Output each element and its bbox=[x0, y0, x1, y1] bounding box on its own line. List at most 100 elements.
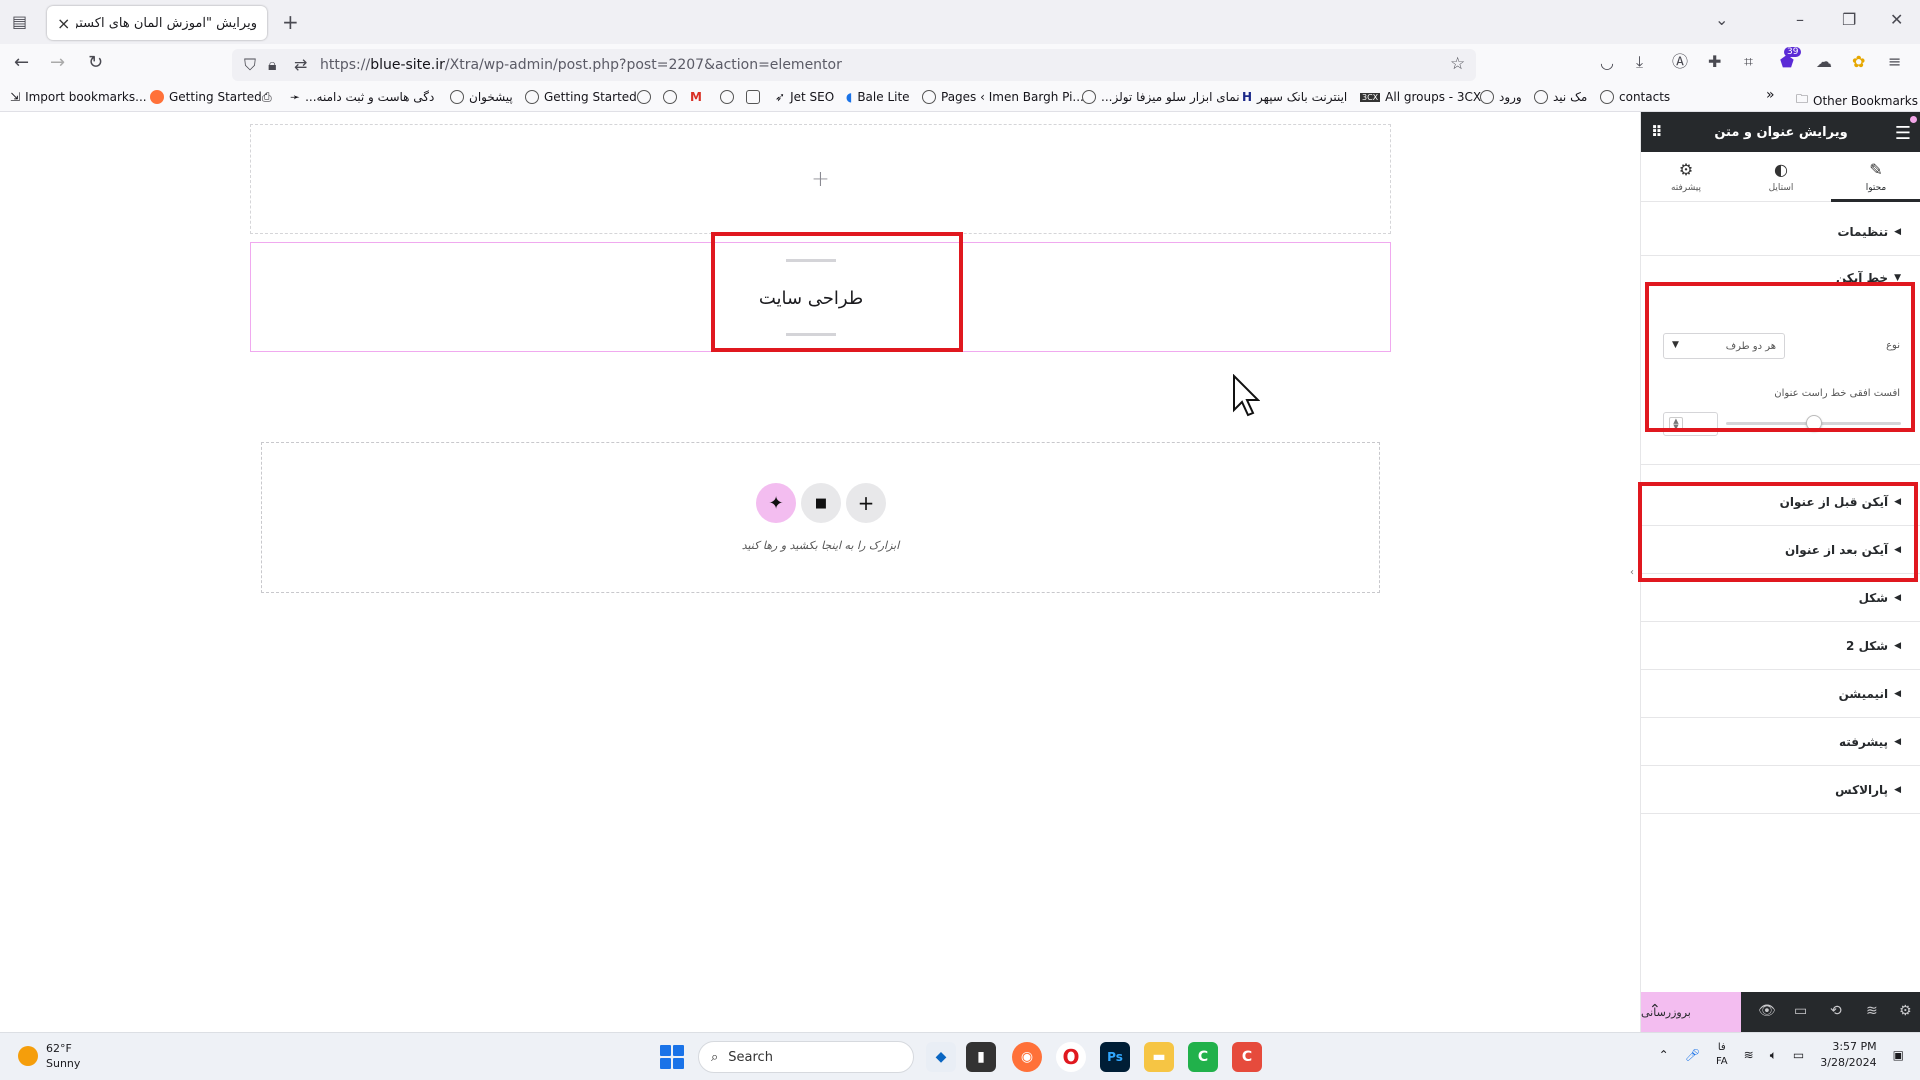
chevron-up-icon[interactable]: ⌃ bbox=[1649, 1002, 1661, 1018]
new-tab-button[interactable]: + bbox=[282, 12, 299, 32]
folder-app-icon[interactable]: ▬ bbox=[1144, 1042, 1174, 1072]
firefox-app-icon[interactable]: ◉ bbox=[1012, 1042, 1042, 1072]
tab-list-icon[interactable]: ▤ bbox=[12, 14, 27, 30]
windows-logo-tile bbox=[660, 1045, 671, 1056]
volume-icon[interactable]: 🔈︎ bbox=[1770, 1048, 1777, 1063]
bookmark-item[interactable]: ◖ Bale Lite bbox=[846, 90, 910, 104]
section-settings[interactable]: ◀ تنظیمات bbox=[1641, 208, 1920, 256]
minimize-icon[interactable]: – bbox=[1796, 12, 1804, 28]
tracking-shield-icon[interactable]: ⛉ bbox=[244, 57, 256, 73]
gear-icon: ⚙ bbox=[1678, 160, 1694, 179]
drop-zone[interactable]: ✦ ■ + ابزارک را به اینجا بکشید و رها کنی… bbox=[261, 442, 1380, 593]
bookmark-item[interactable]: مک نید bbox=[1534, 90, 1587, 104]
photoshop-app-icon[interactable]: Ps bbox=[1100, 1042, 1130, 1072]
menu-icon[interactable]: ≡ bbox=[1888, 54, 1901, 70]
globe-icon bbox=[1534, 90, 1548, 104]
language-indicator[interactable]: فا FA bbox=[1716, 1041, 1728, 1069]
temperature: 62°F bbox=[46, 1042, 72, 1055]
firefox-icon bbox=[150, 90, 164, 104]
bookmark-item[interactable]: M bbox=[690, 90, 702, 104]
battery-icon[interactable]: ▭ bbox=[1793, 1048, 1804, 1062]
update-button[interactable]: ⌃ بروزرسانی bbox=[1641, 992, 1741, 1032]
bookmark-item[interactable]: Getting Started bbox=[150, 90, 262, 104]
bookmark-item[interactable]: ورود bbox=[1480, 90, 1522, 104]
responsive-icon[interactable]: ▭ bbox=[1794, 1003, 1807, 1019]
arrow-icon: ➛ bbox=[290, 90, 301, 104]
history-icon[interactable]: ⟲ bbox=[1830, 1003, 1842, 1019]
bookmark-item[interactable] bbox=[637, 90, 651, 104]
bookmarks-overflow[interactable]: » bbox=[1766, 87, 1775, 103]
section-parallax[interactable]: ◀ پارالاکس bbox=[1641, 766, 1920, 814]
permissions-icon[interactable]: ⇄ bbox=[294, 57, 307, 73]
section-advanced[interactable]: ◀ پیشرفته bbox=[1641, 718, 1920, 766]
file-manager-app-icon[interactable]: ▮ bbox=[966, 1042, 996, 1072]
bookmark-item[interactable]: ➛ ...دگی هاست و ثبت دامنه bbox=[290, 90, 434, 104]
bookmark-item[interactable]: Pages ‹ Imen Bargh Pi... bbox=[922, 90, 1084, 104]
start-button[interactable] bbox=[660, 1045, 684, 1069]
bookmark-item[interactable]: contacts bbox=[1600, 90, 1670, 104]
copilot-app-icon[interactable]: ◆ bbox=[926, 1042, 956, 1072]
cloud-icon[interactable]: ☁ bbox=[1816, 54, 1832, 70]
wifi-icon[interactable]: ≋ bbox=[1744, 1048, 1754, 1062]
extensions-icon[interactable]: ✚ bbox=[1708, 54, 1721, 70]
folder-icon: ■ bbox=[814, 495, 828, 511]
tab-style[interactable]: ◐ استایل bbox=[1736, 152, 1826, 202]
globe-icon bbox=[720, 90, 734, 104]
bookmark-item[interactable] bbox=[663, 90, 677, 104]
hamburger-menu-icon[interactable]: ☰ bbox=[1895, 123, 1911, 144]
panel-title: ویرایش عنوان و متن bbox=[1714, 124, 1848, 140]
forward-icon[interactable]: → bbox=[50, 54, 65, 72]
settings-gear-icon[interactable]: ⚙ bbox=[1899, 1003, 1912, 1019]
bookmark-star-icon[interactable]: ☆ bbox=[1450, 56, 1465, 73]
bookmark-item[interactable]: پیشخوان bbox=[450, 90, 513, 104]
globe-icon bbox=[1600, 90, 1614, 104]
browser-tab[interactable]: ویرایش "آموزش المان های اکسترا - ... × bbox=[47, 6, 267, 40]
section-shape2[interactable]: ◀ شکل 2 bbox=[1641, 622, 1920, 670]
notification-icon[interactable]: ▣ bbox=[1893, 1048, 1904, 1062]
section-animation[interactable]: ◀ انیمیشن bbox=[1641, 670, 1920, 718]
tab-advanced[interactable]: ⚙ پیشرفته bbox=[1641, 152, 1731, 202]
back-icon[interactable]: ← bbox=[14, 54, 29, 72]
add-section-icon[interactable]: + bbox=[811, 167, 829, 192]
url-bar[interactable]: ⛉ 🔒︎ ⇄ https://blue-site.ir/Xtra/wp-admi… bbox=[232, 49, 1476, 81]
bookmark-item[interactable]: H اینترنت بانک سپهر bbox=[1242, 90, 1347, 104]
bookmark-item[interactable] bbox=[746, 90, 760, 104]
bookmark-item[interactable]: ⎙ bbox=[262, 90, 272, 105]
weather-widget[interactable]: 62°F Sunny bbox=[18, 1041, 80, 1071]
restore-icon[interactable]: ❐ bbox=[1842, 12, 1856, 28]
reload-icon[interactable]: ↻ bbox=[88, 54, 103, 72]
bookmark-item[interactable] bbox=[720, 90, 734, 104]
pocket-icon[interactable]: ◡ bbox=[1600, 55, 1614, 71]
add-section-button[interactable]: + bbox=[846, 483, 886, 523]
camtasia-app-icon[interactable]: C bbox=[1188, 1042, 1218, 1072]
globe-icon bbox=[525, 90, 539, 104]
tray-overflow-icon[interactable]: ⌃ bbox=[1659, 1048, 1669, 1062]
bookmark-item[interactable]: ➶ Jet SEO bbox=[775, 90, 834, 104]
preview-eye-icon[interactable]: 👁︎ bbox=[1758, 1003, 1776, 1019]
tab-close-icon[interactable]: × bbox=[57, 14, 70, 33]
bookmark-item[interactable]: ...نمای ابزار سلو میزفا تولز bbox=[1082, 90, 1240, 104]
editor-panel: ویرایش عنوان و متن ☰ ⠿ ✎ محتوا ◐ استایل … bbox=[1638, 112, 1920, 1032]
ai-button[interactable]: ✦ bbox=[756, 483, 796, 523]
taskbar-search[interactable]: ⌕ Search bbox=[698, 1041, 914, 1073]
bookmark-item[interactable]: 3CX All groups - 3CX bbox=[1360, 90, 1481, 104]
flower-extension-icon[interactable]: ✿ bbox=[1852, 54, 1865, 70]
tab-content[interactable]: ✎ محتوا bbox=[1831, 152, 1920, 202]
recorder-app-icon[interactable]: C bbox=[1232, 1042, 1262, 1072]
empty-section[interactable]: + bbox=[250, 124, 1391, 234]
bookmark-folder[interactable]: 🗀 Other Bookmarks bbox=[1796, 90, 1918, 111]
widgets-grid-icon[interactable]: ⠿ bbox=[1651, 123, 1663, 141]
bookmark-item[interactable]: ⇲ Import bookmarks... bbox=[10, 90, 147, 104]
opera-app-icon[interactable]: O bbox=[1056, 1042, 1086, 1072]
account-icon[interactable]: Ⓐ bbox=[1672, 54, 1688, 70]
lock-icon[interactable]: 🔒︎ bbox=[268, 57, 277, 73]
close-window-icon[interactable]: ✕ bbox=[1890, 12, 1903, 28]
microphone-icon[interactable]: 🎤︎ bbox=[1685, 1048, 1700, 1062]
clock[interactable]: 3:57 PM 3/28/2024 bbox=[1820, 1039, 1876, 1071]
chevron-down-icon[interactable]: ⌄ bbox=[1715, 12, 1728, 28]
bookmark-item[interactable]: Getting Started bbox=[525, 90, 637, 104]
template-library-button[interactable]: ■ bbox=[801, 483, 841, 523]
download-icon[interactable]: ⤓ bbox=[1636, 54, 1643, 70]
crop-icon[interactable]: ⌗ bbox=[1744, 54, 1753, 70]
navigator-layers-icon[interactable]: ≋ bbox=[1866, 1003, 1878, 1019]
